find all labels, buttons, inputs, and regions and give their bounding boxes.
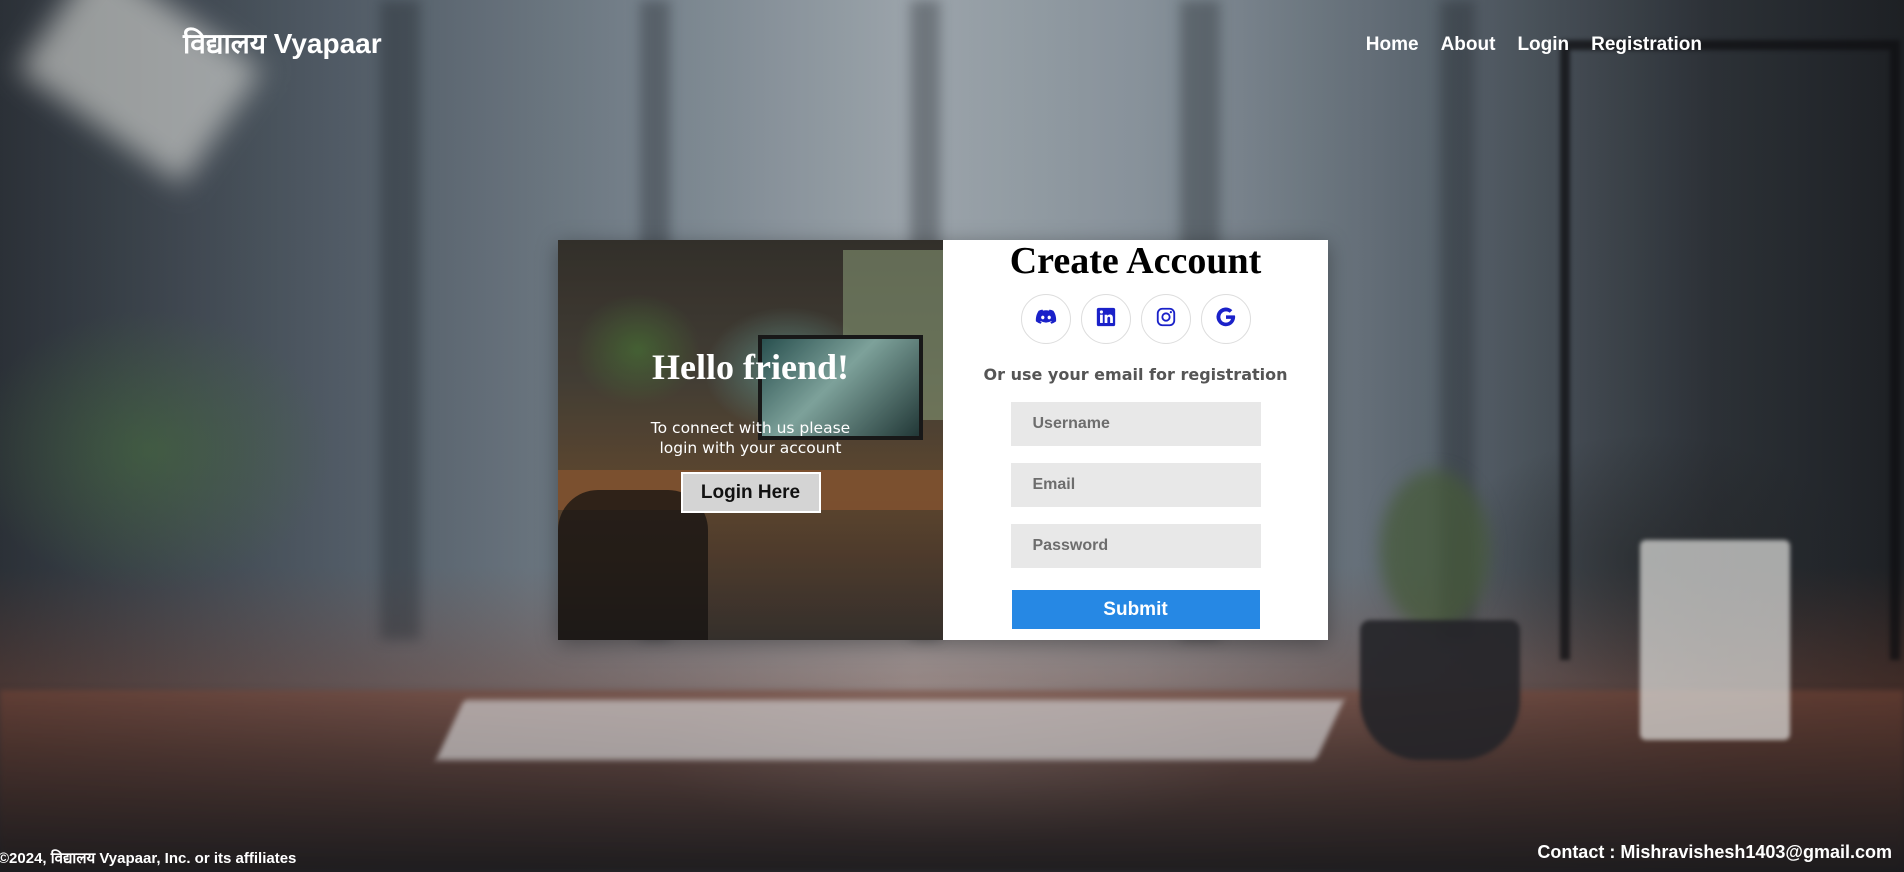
nav-registration-link[interactable]: Registration [1591, 34, 1702, 56]
username-field[interactable] [1010, 402, 1261, 446]
nav-login-link[interactable]: Login [1517, 34, 1569, 56]
social-login-row [1020, 294, 1251, 344]
password-field[interactable] [1010, 524, 1261, 568]
google-button[interactable] [1200, 294, 1251, 344]
email-field[interactable] [1010, 463, 1261, 507]
copyright-text: ©2024, विद्यालय Vyapaar, Inc. or its aff… [0, 850, 297, 867]
contact-email: Contact : Mishravishesh1403@gmail.com [1537, 842, 1892, 862]
registration-card: Hello friend! To connect with us please … [558, 240, 1328, 640]
welcome-heading: Hello friend! [652, 347, 849, 387]
welcome-message: To connect with us please login with you… [650, 419, 851, 457]
nav-home-link[interactable]: Home [1366, 34, 1419, 56]
nav-about-link[interactable]: About [1441, 34, 1496, 56]
instagram-button[interactable] [1140, 294, 1191, 344]
linkedin-icon [1095, 306, 1117, 333]
nav-links: Home About Login Registration [1366, 34, 1702, 56]
google-icon [1215, 306, 1237, 333]
welcome-panel: Hello friend! To connect with us please … [558, 240, 943, 640]
discord-button[interactable] [1020, 294, 1071, 344]
create-account-title: Create Account [1009, 240, 1262, 282]
submit-button[interactable]: Submit [1011, 590, 1260, 629]
brand-logo[interactable]: विद्यालय Vyapaar [183, 24, 382, 62]
discord-icon [1035, 306, 1057, 333]
email-registration-hint: Or use your email for registration [983, 365, 1288, 384]
instagram-icon [1155, 306, 1177, 333]
navbar: विद्यालय Vyapaar Home About Login Regist… [0, 0, 1904, 90]
linkedin-button[interactable] [1080, 294, 1131, 344]
login-here-button[interactable]: Login Here [680, 472, 821, 513]
register-form: Create Account Or use your email for reg… [943, 240, 1328, 640]
